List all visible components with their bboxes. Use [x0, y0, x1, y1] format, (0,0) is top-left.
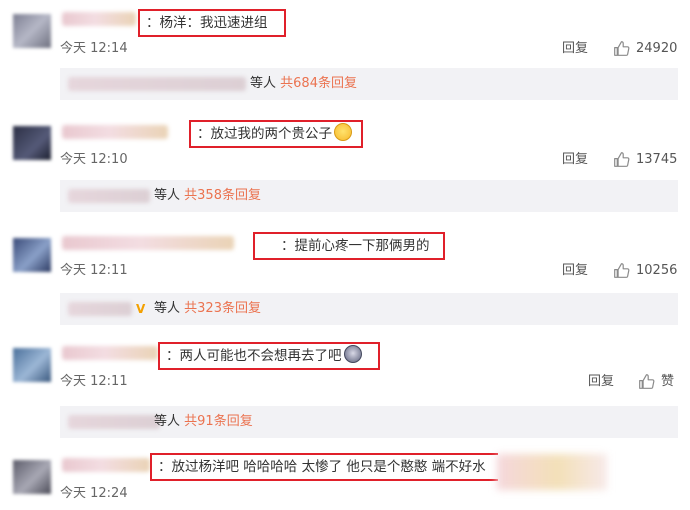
sub-replies-summary: 等人 共684条回复 — [250, 76, 357, 92]
comment-text-highlight: ：放过杨洋吧 哈哈哈哈 太惨了 他只是个憨憨 端不好水 — [150, 453, 498, 481]
reply-button[interactable]: 回复 — [562, 263, 588, 279]
sub-replier-names-redacted — [68, 302, 132, 316]
avatar[interactable] — [13, 460, 51, 494]
doge-emoji-icon — [343, 345, 362, 363]
comment-time: 今天 12:11 — [60, 374, 128, 389]
avatar[interactable] — [13, 126, 51, 160]
comment-text-highlight: ：杨洋：我迅速进组 — [138, 9, 286, 37]
sub-replies-count-link[interactable]: 共323条回复 — [184, 301, 261, 316]
comment-text: ：放过我的两个贵公子 — [197, 126, 332, 142]
sub-replies-bar[interactable]: V 等人 共323条回复 — [60, 293, 678, 325]
like-count: 10256 — [636, 262, 678, 278]
comment-text: ：两人可能也不会想再去了吧 — [166, 348, 342, 364]
smirk-emoji-icon — [334, 123, 352, 141]
avatar[interactable] — [13, 348, 51, 382]
comment-time: 今天 12:10 — [60, 152, 128, 167]
comment-feed: ：杨洋：我迅速进组 今天 12:14 回复 24920 等人 共684条回复 ：… — [0, 0, 690, 510]
sub-replies-deng: 等人 — [154, 188, 181, 203]
sub-replies-bar[interactable]: 等人 共684条回复 — [60, 68, 678, 100]
like-count: 13745 — [636, 151, 678, 167]
username-redacted[interactable] — [62, 12, 136, 26]
thumbs-up-icon — [614, 41, 630, 56]
sub-replies-deng: 等人 — [154, 301, 181, 316]
comment-text: ：杨洋：我迅速进组 — [146, 15, 268, 31]
comment-text: ：提前心疼一下那俩男的 — [281, 238, 430, 254]
comment-text-highlight: ：两人可能也不会想再去了吧 — [158, 342, 380, 370]
thumbs-up-icon — [614, 152, 630, 167]
comment-time: 今天 12:14 — [60, 41, 128, 56]
sub-replier-names-redacted — [68, 415, 160, 429]
sub-replies-count-link[interactable]: 共91条回复 — [184, 414, 253, 429]
thumbs-up-icon — [614, 263, 630, 278]
comment-text-highlight: ：放过我的两个贵公子 — [189, 120, 363, 148]
avatar[interactable] — [13, 238, 51, 272]
like-button[interactable]: 13745 — [613, 151, 677, 168]
vip-v-icon: V — [136, 302, 146, 316]
username-redacted[interactable] — [62, 458, 150, 472]
sub-replier-names-redacted — [68, 189, 150, 203]
like-button[interactable]: 24920 — [613, 40, 677, 57]
username-redacted[interactable] — [62, 346, 158, 360]
username-redacted[interactable] — [62, 236, 234, 250]
username-redacted[interactable] — [62, 125, 168, 139]
reply-button[interactable]: 回复 — [588, 374, 614, 390]
sub-replies-count-link[interactable]: 共684条回复 — [280, 76, 357, 91]
sub-replies-deng: 等人 — [250, 76, 277, 91]
sub-replier-names-redacted — [68, 77, 246, 91]
redacted-overlay — [497, 454, 607, 490]
avatar[interactable] — [13, 14, 51, 48]
reply-button[interactable]: 回复 — [562, 152, 588, 168]
sub-replies-summary: 等人 共358条回复 — [154, 188, 261, 204]
comment-text-highlight: ：提前心疼一下那俩男的 — [253, 232, 445, 260]
like-count: 24920 — [636, 40, 678, 56]
reply-button[interactable]: 回复 — [562, 41, 588, 57]
sub-replies-summary: 等人 共323条回复 — [154, 301, 261, 317]
sub-replies-deng: 等人 — [154, 414, 181, 429]
sub-replies-count-link[interactable]: 共358条回复 — [184, 188, 261, 203]
comment-text: ：放过杨洋吧 哈哈哈哈 太惨了 他只是个憨憨 端不好水 — [158, 459, 486, 475]
sub-replies-bar[interactable]: 等人 共358条回复 — [60, 180, 678, 212]
like-button[interactable]: 10256 — [613, 262, 677, 279]
thumbs-up-icon — [639, 374, 655, 389]
like-button[interactable]: 赞 — [638, 373, 674, 390]
sub-replies-summary: 等人 共91条回复 — [154, 414, 253, 430]
comment-time: 今天 12:24 — [60, 486, 128, 501]
comment-time: 今天 12:11 — [60, 263, 128, 278]
like-label: 赞 — [661, 373, 675, 389]
sub-replies-bar[interactable]: 等人 共91条回复 — [60, 406, 678, 438]
